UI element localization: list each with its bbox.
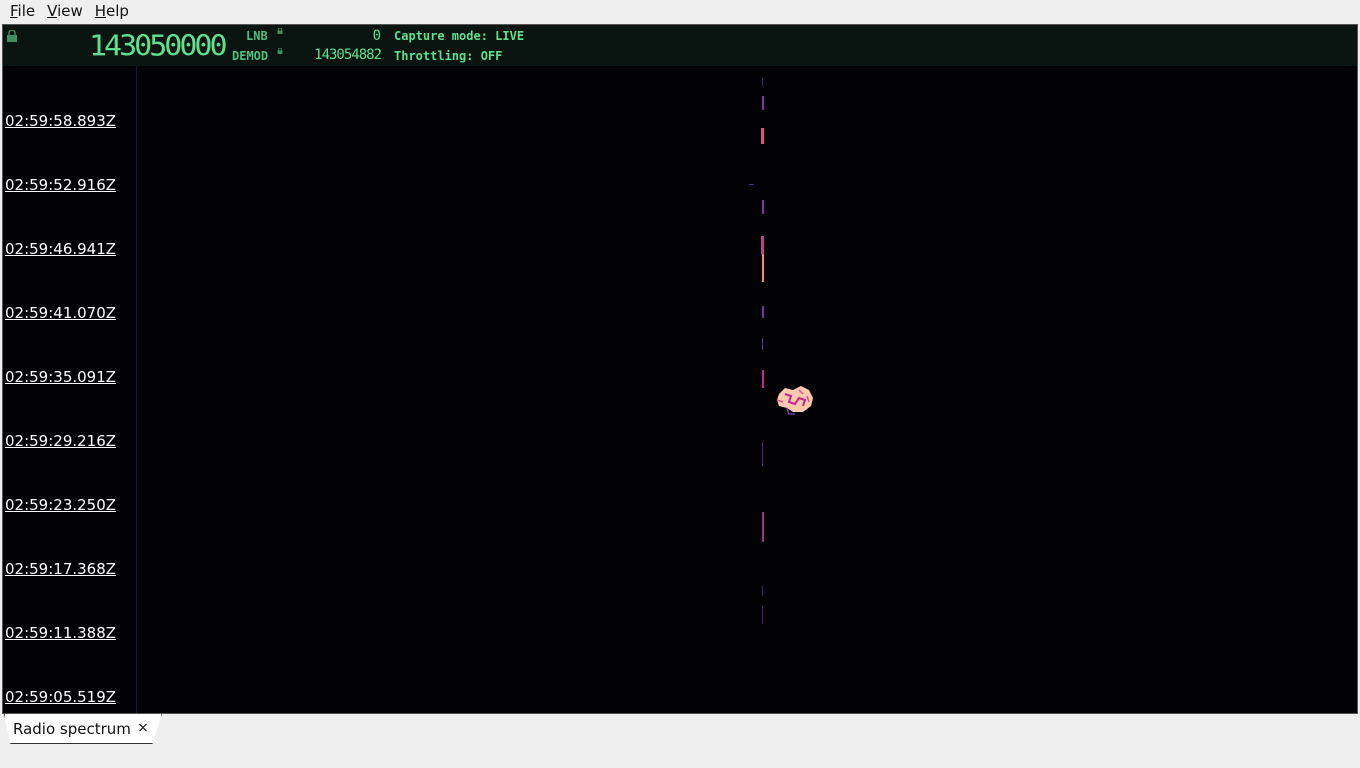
signal-trace [762,606,763,624]
spectrum-view: 143050000 LNB 0 DEMOD 143054882 Capture … [2,24,1358,714]
menu-view[interactable]: View [41,0,89,22]
menu-help-label: elp [106,2,129,20]
timestamp-label: 02:59:17.368Z [5,560,117,578]
timestamp-label: 02:59:58.893Z [5,112,117,130]
tab-label: Radio spectrum [13,719,131,738]
signal-trace [762,370,764,388]
signal-trace [762,306,764,318]
menu-view-label: iew [57,2,83,20]
tab-radio-spectrum[interactable]: Radio spectrum × [4,714,162,744]
signal-trace [762,254,764,282]
frequency-header: 143050000 LNB 0 DEMOD 143054882 Capture … [3,25,1357,66]
signal-burst [776,386,813,415]
timestamp-label: 02:59:29.216Z [5,432,117,450]
demod-label: DEMOD [232,49,269,63]
menu-help-mnemonic: H [94,2,107,20]
menu-view-mnemonic: V [47,2,58,20]
signal-trace [762,586,763,596]
signal-trace [762,442,763,466]
demod-value[interactable]: 143054882 [293,47,382,63]
timestamp-label: 02:59:41.070Z [5,304,117,322]
menu-bar: File View Help [0,0,1360,22]
signal-trace [762,96,764,110]
capture-mode-status: Capture mode: LIVE [394,29,525,43]
menu-help[interactable]: Help [89,0,135,22]
signal-trace [749,184,754,185]
signal-trace [762,338,763,350]
waterfall-display[interactable]: 02:59:58.893Z 02:59:52.916Z 02:59:46.941… [3,66,1357,713]
close-icon[interactable]: × [137,720,149,736]
timestamp-label: 02:59:46.941Z [5,240,117,258]
signal-trace [762,200,764,214]
timestamp-label: 02:59:23.250Z [5,496,117,514]
signal-trace [761,128,764,144]
timestamp-label: 02:59:52.916Z [5,176,117,194]
lock-icon[interactable] [6,30,18,42]
demod-lock-icon[interactable] [277,48,283,54]
signal-trace [762,78,763,86]
waterfall-left-edge-line [136,66,137,713]
signal-trace [762,512,764,542]
tab-bar: Radio spectrum × [0,714,1360,768]
timestamp-label: 02:59:11.388Z [5,624,117,642]
lnb-value[interactable]: 0 [303,28,381,44]
timestamp-label: 02:59:05.519Z [5,688,117,706]
lnb-label: LNB [246,29,268,43]
menu-file-mnemonic: F [10,2,18,20]
timestamp-label: 02:59:35.091Z [5,368,117,386]
lnb-lock-icon[interactable] [277,28,283,34]
menu-file[interactable]: File [4,0,41,22]
menu-file-label: ile [17,2,36,20]
throttling-status: Throttling: OFF [394,49,503,63]
signal-trace [761,236,764,254]
main-frequency-display[interactable]: 143050000 [89,30,228,63]
